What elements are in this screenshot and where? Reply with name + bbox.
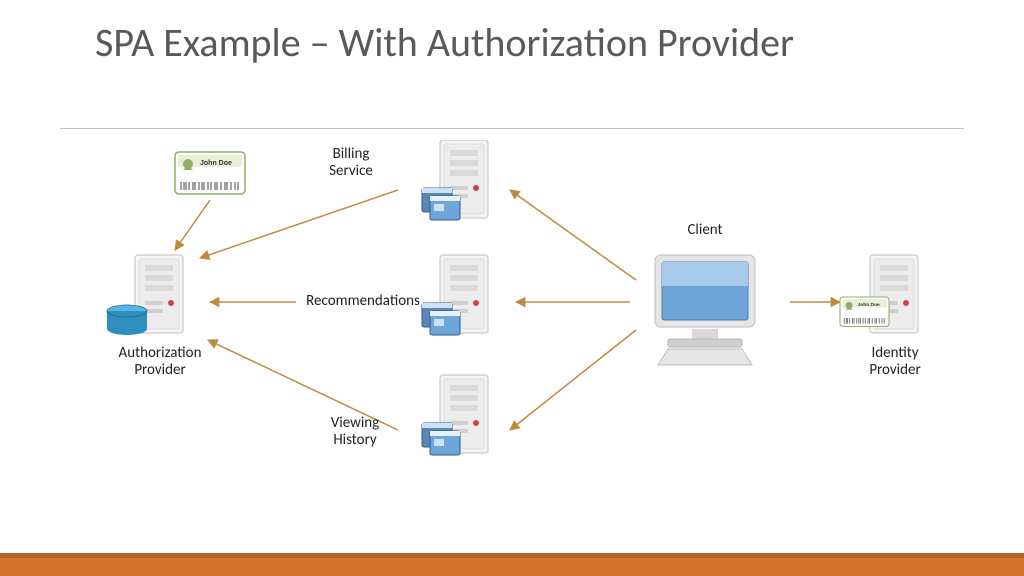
identity-provider-icon: John Doe bbox=[840, 255, 918, 333]
client-label: Client bbox=[675, 222, 735, 239]
recommendations-server-icon bbox=[422, 255, 488, 335]
auth-provider-icon bbox=[107, 255, 183, 335]
viewing-label: Viewing History bbox=[315, 415, 395, 450]
diagram-svg: John Doe bbox=[0, 140, 1024, 540]
architecture-diagram: John Doe bbox=[0, 140, 1024, 540]
footer-bar bbox=[0, 558, 1024, 576]
svg-text:John Doe: John Doe bbox=[858, 302, 881, 308]
id-card-icon: John Doe bbox=[175, 152, 245, 194]
slide: SPA Example – With Authorization Provide… bbox=[0, 0, 1024, 576]
billing-server-icon bbox=[422, 140, 488, 220]
auth-provider-label: Authorization Provider bbox=[100, 345, 220, 380]
billing-label: Billing Service bbox=[306, 146, 396, 181]
svg-text:John Doe: John Doe bbox=[200, 160, 232, 167]
client-monitor-icon bbox=[655, 255, 755, 365]
page-title: SPA Example – With Authorization Provide… bbox=[95, 20, 794, 66]
recommendations-label: Recommendations bbox=[298, 293, 428, 310]
viewing-server-icon bbox=[422, 375, 488, 455]
identity-label: Identity Provider bbox=[845, 345, 945, 380]
title-underline bbox=[60, 128, 964, 129]
